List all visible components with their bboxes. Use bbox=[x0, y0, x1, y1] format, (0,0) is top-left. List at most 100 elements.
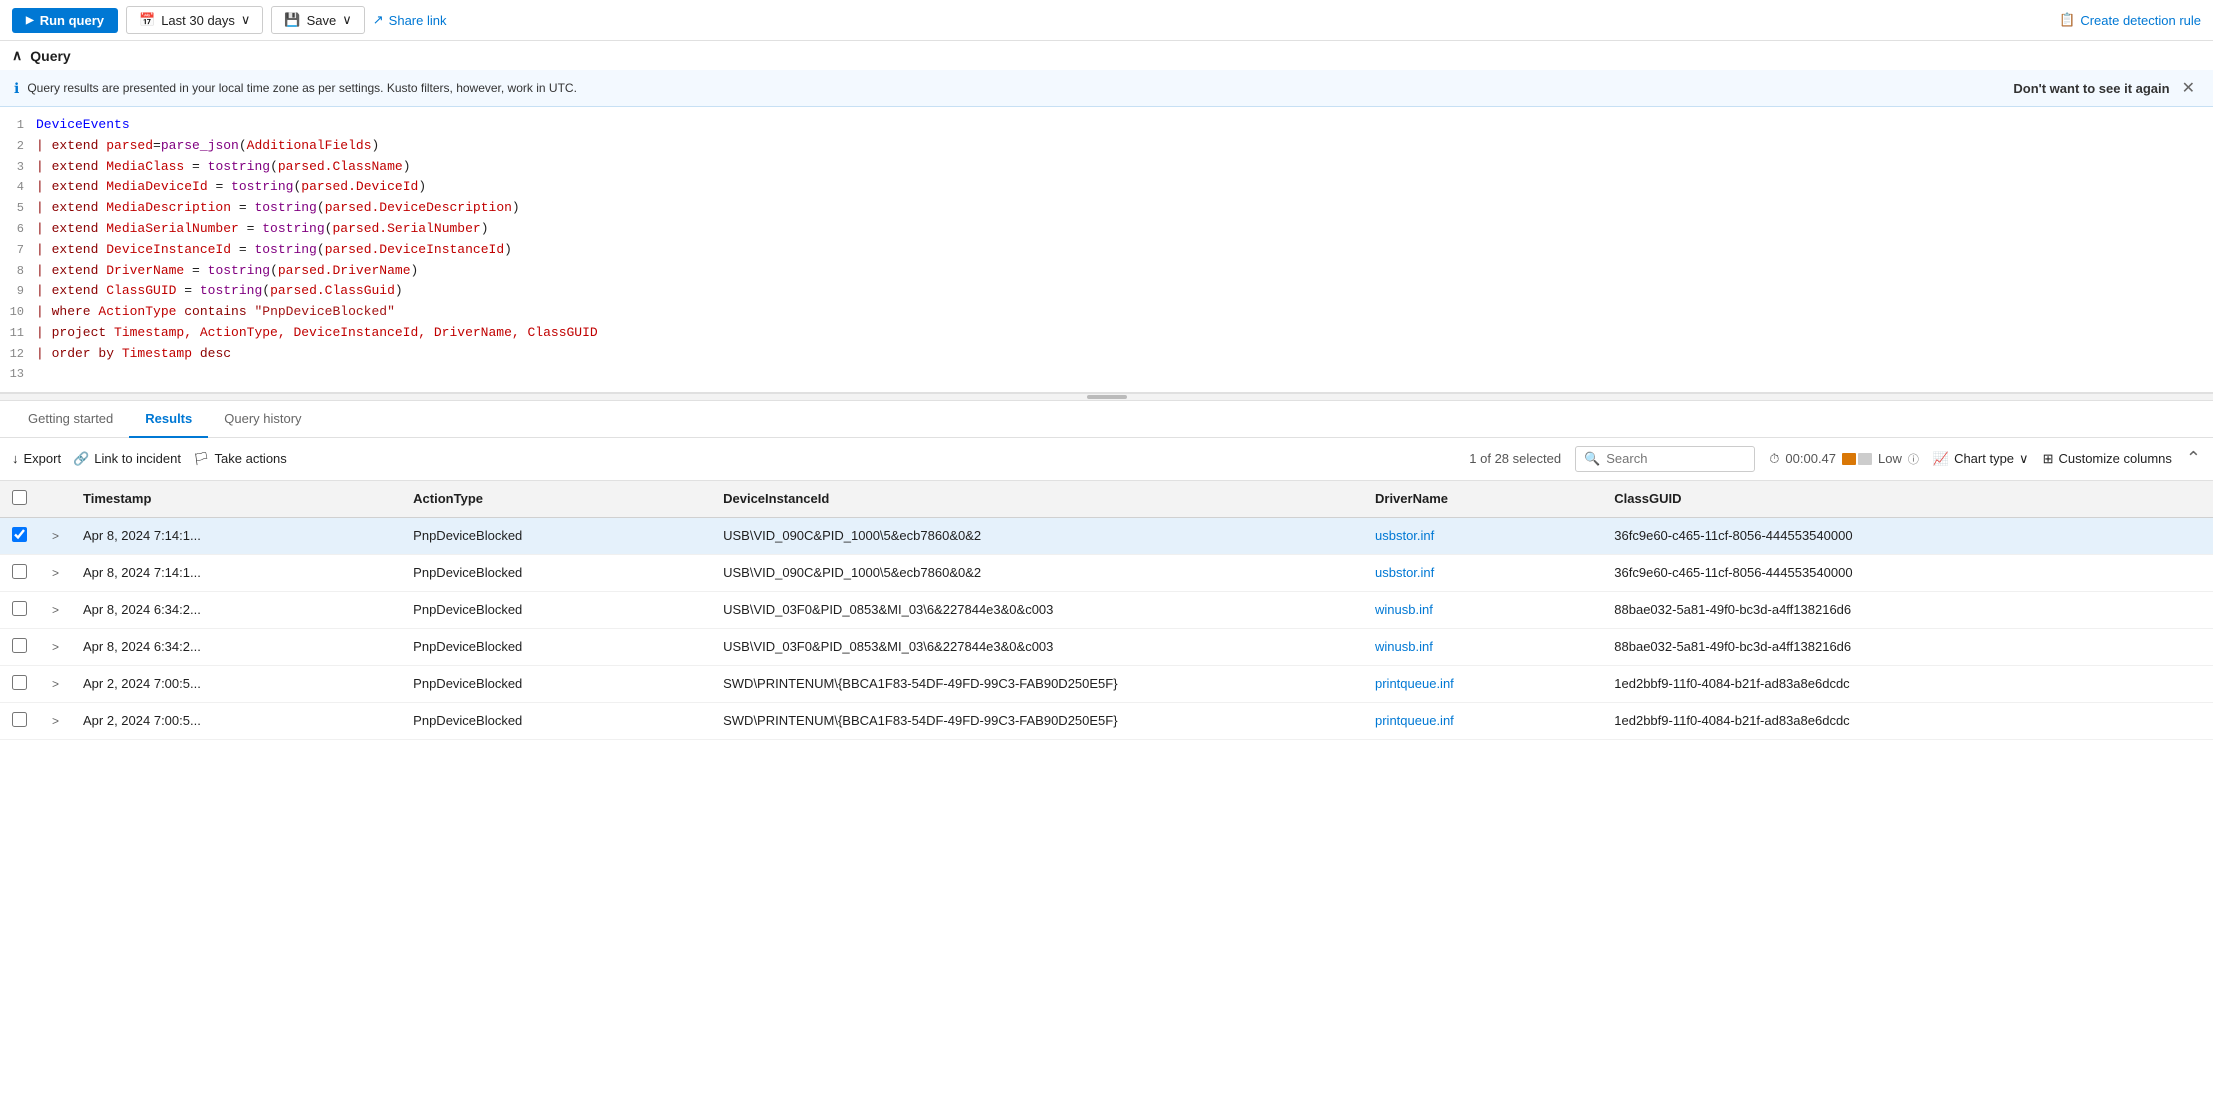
row-driver-name: usbstor.inf bbox=[1363, 554, 1602, 591]
row-expand-cell[interactable]: > bbox=[40, 591, 71, 628]
driver-name-link[interactable]: printqueue.inf bbox=[1375, 676, 1454, 691]
resize-handle bbox=[1087, 395, 1127, 399]
row-class-guid: 88bae032-5a81-49f0-bc3d-a4ff138216d6 bbox=[1602, 591, 2213, 628]
resize-bar[interactable] bbox=[0, 393, 2213, 401]
row-expand-button[interactable]: > bbox=[52, 677, 59, 691]
run-query-button[interactable]: ▶ Run query bbox=[12, 8, 118, 33]
table-row: > Apr 8, 2024 6:34:2... PnpDeviceBlocked… bbox=[0, 628, 2213, 665]
export-label: Export bbox=[24, 451, 62, 466]
row-expand-cell[interactable]: > bbox=[40, 517, 71, 554]
col-header-timestamp[interactable]: Timestamp bbox=[71, 481, 401, 518]
results-table-wrapper[interactable]: Timestamp ActionType DeviceInstanceId Dr… bbox=[0, 481, 2213, 1104]
chart-chevron-icon: ∨ bbox=[2019, 451, 2029, 467]
row-class-guid: 36fc9e60-c465-11cf-8056-444553540000 bbox=[1602, 554, 2213, 591]
severity-label: Low bbox=[1878, 451, 1902, 466]
row-action-type: PnpDeviceBlocked bbox=[401, 665, 711, 702]
row-expand-button[interactable]: > bbox=[52, 566, 59, 580]
driver-name-link[interactable]: usbstor.inf bbox=[1375, 565, 1434, 580]
tab-getting-started[interactable]: Getting started bbox=[12, 401, 129, 438]
row-action-type: PnpDeviceBlocked bbox=[401, 591, 711, 628]
col-header-device-instance-id[interactable]: DeviceInstanceId bbox=[711, 481, 1363, 518]
table-header: Timestamp ActionType DeviceInstanceId Dr… bbox=[0, 481, 2213, 518]
customize-columns-button[interactable]: ⊞ Customize columns bbox=[2043, 451, 2172, 467]
code-line-8: 8 | extend DriverName = tostring(parsed.… bbox=[0, 261, 2213, 282]
row-timestamp: Apr 2, 2024 7:00:5... bbox=[71, 665, 401, 702]
save-icon: 💾 bbox=[284, 12, 300, 28]
driver-name-link[interactable]: winusb.inf bbox=[1375, 602, 1433, 617]
tab-query-history[interactable]: Query history bbox=[208, 401, 317, 438]
code-line-5: 5 | extend MediaDescription = tostring(p… bbox=[0, 198, 2213, 219]
row-checkbox-cell[interactable] bbox=[0, 702, 40, 739]
code-line-13: 13 bbox=[0, 365, 2213, 384]
chart-type-button[interactable]: 📈 Chart type ∨ bbox=[1933, 451, 2029, 467]
row-expand-button[interactable]: > bbox=[52, 603, 59, 617]
banner-close-button[interactable]: ✕ bbox=[2178, 78, 2199, 98]
row-expand-cell[interactable]: > bbox=[40, 628, 71, 665]
link-to-incident-button[interactable]: 🔗 Link to incident bbox=[73, 451, 181, 467]
collapse-results-button[interactable]: ⌃ bbox=[2186, 448, 2201, 469]
col-header-checkbox[interactable] bbox=[0, 481, 40, 518]
dont-show-action[interactable]: Don't want to see it again bbox=[2013, 81, 2169, 96]
row-checkbox[interactable] bbox=[12, 712, 27, 727]
tab-results[interactable]: Results bbox=[129, 401, 208, 438]
row-expand-button[interactable]: > bbox=[52, 529, 59, 543]
row-timestamp: Apr 8, 2024 6:34:2... bbox=[71, 628, 401, 665]
search-input[interactable] bbox=[1606, 451, 1746, 466]
select-all-checkbox[interactable] bbox=[12, 490, 27, 505]
query-collapse-chevron: ∧ bbox=[12, 47, 22, 64]
info-banner-text: Query results are presented in your loca… bbox=[27, 81, 577, 95]
rule-icon: 📋 bbox=[2059, 12, 2075, 28]
code-line-4: 4 | extend MediaDeviceId = tostring(pars… bbox=[0, 177, 2213, 198]
row-expand-button[interactable]: > bbox=[52, 640, 59, 654]
row-timestamp: Apr 8, 2024 6:34:2... bbox=[71, 591, 401, 628]
info-icon: ℹ bbox=[14, 80, 19, 97]
info-banner-left: ℹ Query results are presented in your lo… bbox=[14, 80, 577, 97]
save-label: Save bbox=[307, 13, 337, 28]
row-checkbox[interactable] bbox=[12, 527, 27, 542]
row-checkbox-cell[interactable] bbox=[0, 517, 40, 554]
row-expand-button[interactable]: > bbox=[52, 714, 59, 728]
row-checkbox-cell[interactable] bbox=[0, 591, 40, 628]
create-detection-rule-button[interactable]: 📋 Create detection rule bbox=[2059, 12, 2201, 28]
results-toolbar: ↓ Export 🔗 Link to incident 🏳 Take actio… bbox=[0, 438, 2213, 481]
share-link-button[interactable]: ↗ Share link bbox=[373, 12, 447, 28]
code-line-3: 3 | extend MediaClass = tostring(parsed.… bbox=[0, 157, 2213, 178]
date-range-button[interactable]: 📅 Last 30 days ∨ bbox=[126, 6, 263, 34]
row-device-instance-id: USB\VID_03F0&PID_0853&MI_03\6&227844e3&0… bbox=[711, 591, 1363, 628]
chart-icon: 📈 bbox=[1933, 451, 1949, 467]
driver-name-link[interactable]: winusb.inf bbox=[1375, 639, 1433, 654]
query-section: ∧ Query ℹ Query results are presented in… bbox=[0, 41, 2213, 393]
row-class-guid: 88bae032-5a81-49f0-bc3d-a4ff138216d6 bbox=[1602, 628, 2213, 665]
export-button[interactable]: ↓ Export bbox=[12, 451, 61, 466]
main-toolbar: ▶ Run query 📅 Last 30 days ∨ 💾 Save ∨ ↗ … bbox=[0, 0, 2213, 41]
save-button[interactable]: 💾 Save ∨ bbox=[271, 6, 364, 34]
col-header-action-type[interactable]: ActionType bbox=[401, 481, 711, 518]
row-checkbox[interactable] bbox=[12, 601, 27, 616]
link-incident-icon: 🔗 bbox=[73, 451, 89, 467]
col-header-driver-name[interactable]: DriverName bbox=[1363, 481, 1602, 518]
row-expand-cell[interactable]: > bbox=[40, 554, 71, 591]
search-icon: 🔍 bbox=[1584, 451, 1600, 467]
code-editor[interactable]: 1 DeviceEvents 2 | extend parsed=parse_j… bbox=[0, 107, 2213, 392]
share-label: Share link bbox=[389, 13, 447, 28]
col-header-class-guid[interactable]: ClassGUID bbox=[1602, 481, 2213, 518]
take-actions-button[interactable]: 🏳 Take actions bbox=[193, 451, 287, 467]
row-checkbox[interactable] bbox=[12, 638, 27, 653]
row-timestamp: Apr 2, 2024 7:00:5... bbox=[71, 702, 401, 739]
row-checkbox-cell[interactable] bbox=[0, 554, 40, 591]
query-header[interactable]: ∧ Query bbox=[0, 41, 2213, 70]
row-timestamp: Apr 8, 2024 7:14:1... bbox=[71, 517, 401, 554]
row-checkbox-cell[interactable] bbox=[0, 665, 40, 702]
row-driver-name: usbstor.inf bbox=[1363, 517, 1602, 554]
chevron-down-icon: ∨ bbox=[241, 12, 251, 28]
row-checkbox-cell[interactable] bbox=[0, 628, 40, 665]
driver-name-link[interactable]: printqueue.inf bbox=[1375, 713, 1454, 728]
driver-name-link[interactable]: usbstor.inf bbox=[1375, 528, 1434, 543]
row-class-guid: 36fc9e60-c465-11cf-8056-444553540000 bbox=[1602, 517, 2213, 554]
row-expand-cell[interactable]: > bbox=[40, 665, 71, 702]
code-line-10: 10 | where ActionType contains "PnpDevic… bbox=[0, 302, 2213, 323]
search-box[interactable]: 🔍 bbox=[1575, 446, 1755, 472]
row-expand-cell[interactable]: > bbox=[40, 702, 71, 739]
row-checkbox[interactable] bbox=[12, 675, 27, 690]
row-checkbox[interactable] bbox=[12, 564, 27, 579]
